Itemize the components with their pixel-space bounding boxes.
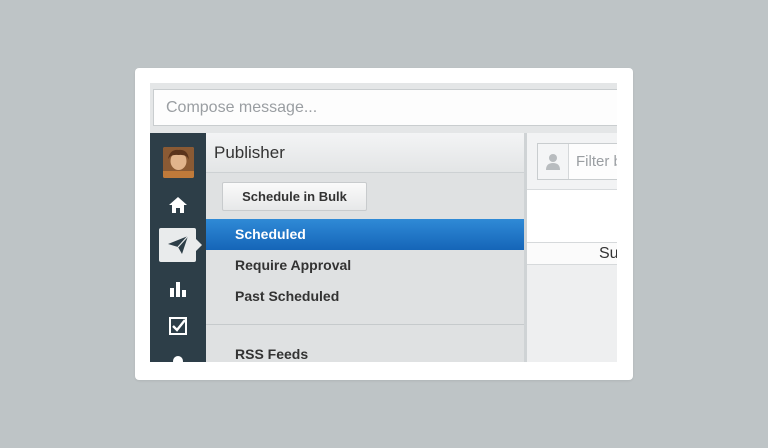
bar-chart-icon[interactable] [150, 273, 206, 303]
app-window: Compose message... Publisher Schedule in… [150, 83, 617, 362]
filter-input[interactable]: Filter b [537, 143, 617, 180]
column-header-label: Su [599, 245, 617, 262]
more-icon[interactable] [150, 345, 206, 362]
avatar[interactable] [163, 147, 194, 178]
checkbox-icon[interactable] [150, 311, 206, 341]
person-icon [538, 144, 569, 179]
filter-bar: Filter b [527, 133, 617, 190]
schedule-in-bulk-button[interactable]: Schedule in Bulk [222, 182, 367, 211]
home-icon[interactable] [150, 190, 206, 220]
menu-item-rss-feeds[interactable]: RSS Feeds [206, 339, 526, 362]
menu-item-scheduled[interactable]: Scheduled [206, 219, 526, 250]
compose-input[interactable]: Compose message... [153, 89, 617, 126]
content-list [527, 265, 617, 362]
menu-item-past-scheduled[interactable]: Past Scheduled [206, 281, 526, 312]
publisher-panel: Publisher Schedule in Bulk Scheduled Req… [206, 133, 526, 362]
left-nav [150, 133, 206, 362]
filter-placeholder: Filter b [576, 153, 617, 170]
send-icon[interactable] [159, 228, 202, 262]
compose-bar: Compose message... [150, 83, 617, 133]
panel-title: Publisher [206, 133, 526, 173]
column-header[interactable]: Su [527, 242, 617, 265]
menu-divider [206, 324, 526, 325]
menu-item-require-approval[interactable]: Require Approval [206, 250, 526, 281]
content-area: Filter b Su [527, 133, 617, 362]
